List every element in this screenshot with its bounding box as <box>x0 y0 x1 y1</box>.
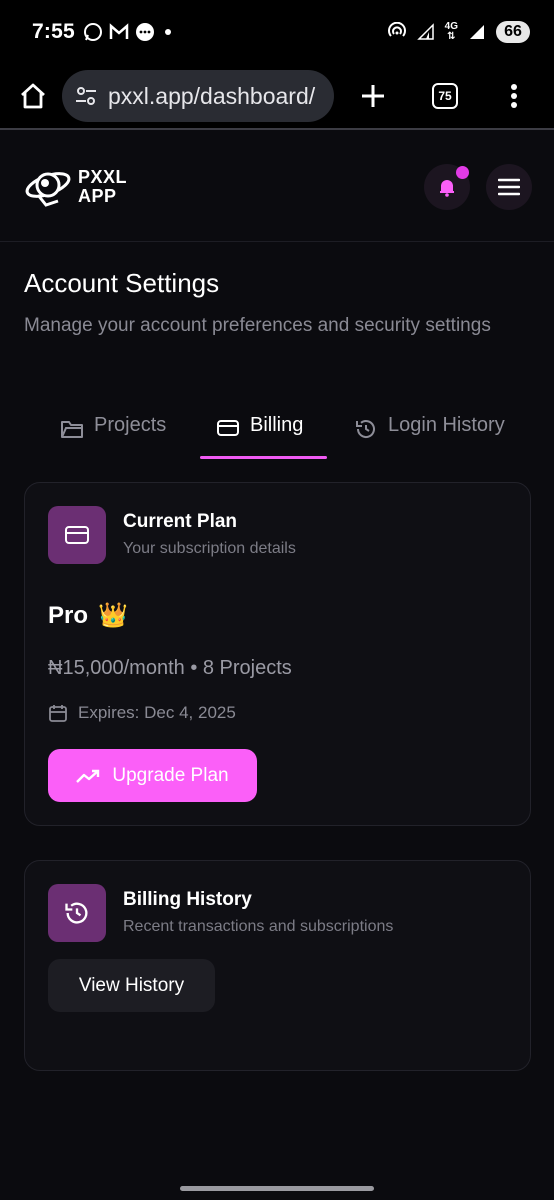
tab-billing[interactable]: Billing <box>216 404 303 460</box>
current-plan-subtitle: Your subscription details <box>123 540 296 557</box>
signal-icon-2 <box>470 25 484 39</box>
notification-icons <box>83 22 175 42</box>
calendar-icon <box>49 705 67 722</box>
menu-button[interactable] <box>486 163 532 210</box>
signal-icon <box>416 23 434 40</box>
billing-history-title: Billing History <box>123 889 252 910</box>
trending-up-icon <box>76 769 100 783</box>
url-text: pxxl.app/dashboard/ <box>108 82 316 109</box>
billing-history-card: Billing History Recent transactions and … <box>24 860 531 1071</box>
current-plan-card: Current Plan Your subscription details P… <box>24 482 531 826</box>
upgrade-plan-button[interactable]: Upgrade Plan <box>48 749 257 802</box>
notification-badge <box>456 165 469 179</box>
logo-line-1: PXXL <box>78 166 128 187</box>
logo-line-2: APP <box>78 185 117 206</box>
hamburger-menu-icon <box>498 178 520 195</box>
battery-level: 66 <box>496 21 530 43</box>
page-subtitle: Manage your account preferences and secu… <box>24 315 491 336</box>
plan-expiry-text: Expires: Dec 4, 2025 <box>78 703 236 722</box>
plan-name: Pro 👑 <box>48 601 128 630</box>
tab-projects[interactable]: Projects <box>60 404 166 460</box>
tab-projects-label: Projects <box>94 414 167 436</box>
network-indicator: 4G ⇅ <box>445 22 458 42</box>
notifications-button[interactable] <box>424 163 470 210</box>
current-plan-title: Current Plan <box>123 511 238 532</box>
tab-switcher-button[interactable]: 75 <box>432 83 458 109</box>
view-history-button[interactable]: View History <box>48 959 215 1012</box>
chat-icon <box>135 23 154 41</box>
credit-card-icon <box>65 526 89 544</box>
plan-expiry: Expires: Dec 4, 2025 <box>48 703 236 723</box>
logo-text: PXXL APP <box>78 166 128 206</box>
logo-icon <box>25 171 71 207</box>
bell-icon <box>440 179 454 197</box>
crown-icon: 👑 <box>98 602 128 629</box>
settings-tabs: Projects Billing Login History <box>0 404 554 460</box>
whatsapp-icon <box>83 23 102 41</box>
credit-card-icon <box>217 420 239 436</box>
site-settings-icon[interactable] <box>74 84 98 108</box>
plan-price: ₦15,000/month • 8 Projects <box>48 657 292 679</box>
network-arrows-icon: ⇅ <box>447 31 456 42</box>
home-indicator[interactable] <box>180 1186 374 1191</box>
home-icon[interactable] <box>18 81 48 111</box>
app-logo[interactable]: PXXL APP <box>24 165 127 209</box>
tab-login-history-label: Login History <box>388 414 505 436</box>
billing-history-icon-box <box>48 884 106 942</box>
folder-icon <box>61 421 83 438</box>
current-plan-icon-box <box>48 506 106 564</box>
history-icon <box>356 420 375 438</box>
gmail-icon <box>109 23 129 39</box>
status-bar: 7:55 4G ⇅ 66 <box>0 0 554 64</box>
new-tab-icon[interactable] <box>360 83 386 109</box>
page-title: Account Settings <box>24 268 220 298</box>
active-tab-indicator <box>200 456 327 459</box>
history-icon <box>65 902 88 924</box>
address-bar[interactable]: pxxl.app/dashboard/ <box>62 70 334 122</box>
tab-login-history[interactable]: Login History <box>354 404 505 460</box>
hotspot-icon <box>387 22 406 37</box>
tab-billing-label: Billing <box>250 414 304 436</box>
plan-name-text: Pro <box>48 601 89 629</box>
dot-icon <box>164 29 171 35</box>
more-menu-icon[interactable] <box>510 83 518 109</box>
status-time: 7:55 <box>32 20 75 43</box>
upgrade-plan-label: Upgrade Plan <box>112 764 229 786</box>
browser-toolbar: pxxl.app/dashboard/ 75 <box>0 64 554 130</box>
app-header: PXXL APP <box>0 132 554 242</box>
billing-history-subtitle: Recent transactions and subscriptions <box>123 918 394 935</box>
